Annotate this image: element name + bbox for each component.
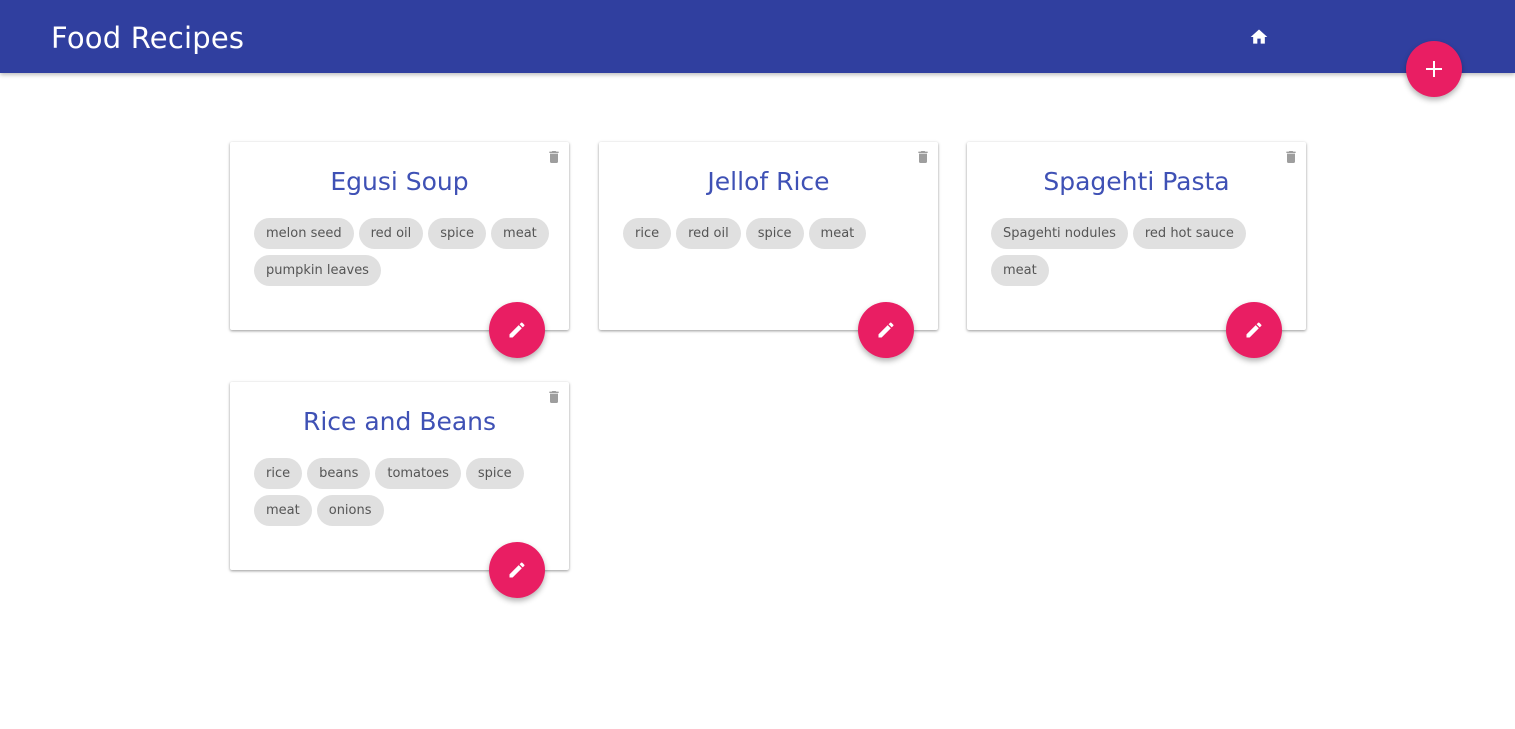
ingredient-chip: melon seed [254, 218, 354, 249]
ingredient-list: Spagehti nodules red hot sauce meat [991, 218, 1286, 286]
ingredient-list: rice red oil spice meat [623, 218, 918, 249]
pencil-icon [1246, 322, 1262, 338]
plus-icon [1426, 61, 1442, 77]
ingredient-chip: rice [254, 458, 303, 489]
recipe-title: Egusi Soup [330, 167, 469, 196]
edit-recipe-button[interactable] [489, 302, 545, 358]
ingredient-chip: meat [254, 495, 312, 526]
recipe-card: Egusi Soup melon seed red oil spice meat… [230, 142, 569, 358]
recipe-title: Spagehti Pasta [1043, 167, 1230, 196]
recipe-title: Jellof Rice [707, 167, 830, 196]
ingredient-chip: pumpkin leaves [254, 255, 381, 286]
add-recipe-button[interactable] [1406, 41, 1462, 97]
recipe-card: Rice and Beans rice beans tomatoes spice… [230, 382, 569, 598]
ingredient-chip: beans [307, 458, 371, 489]
edit-recipe-button[interactable] [489, 542, 545, 598]
ingredient-chip: red hot sauce [1132, 218, 1246, 249]
ingredient-chip: spice [745, 218, 804, 249]
ingredient-chip: spice [465, 458, 524, 489]
ingredient-chip: meat [991, 255, 1049, 286]
ingredient-chip: Spagehti nodules [991, 218, 1128, 249]
home-icon [1250, 29, 1268, 44]
app-title: Food Recipes [51, 21, 245, 55]
recipe-card: Jellof Rice rice red oil spice meat [599, 142, 938, 358]
ingredient-chip: rice [623, 218, 672, 249]
ingredient-chip: red oil [358, 218, 424, 249]
edit-recipe-button[interactable] [1226, 302, 1282, 358]
ingredient-chip: meat [491, 218, 549, 249]
ingredient-chip: onions [316, 495, 384, 526]
ingredient-chip: red oil [676, 218, 741, 249]
ingredient-chip: meat [808, 218, 867, 249]
edit-recipe-button[interactable] [858, 302, 914, 358]
ingredient-chip: spice [428, 218, 487, 249]
ingredient-chip: tomatoes [375, 458, 461, 489]
pencil-icon [509, 562, 525, 578]
ingredient-list: rice beans tomatoes spice meat onions [254, 458, 549, 526]
pencil-icon [509, 322, 525, 338]
home-button[interactable] [1244, 22, 1274, 52]
pencil-icon [878, 322, 894, 338]
recipe-card: Spagehti Pasta Spagehti nodules red hot … [967, 142, 1306, 358]
app-bar: Food Recipes [0, 0, 1515, 73]
recipe-title: Rice and Beans [302, 407, 497, 436]
ingredient-list: melon seed red oil spice meat pumpkin le… [254, 218, 549, 286]
